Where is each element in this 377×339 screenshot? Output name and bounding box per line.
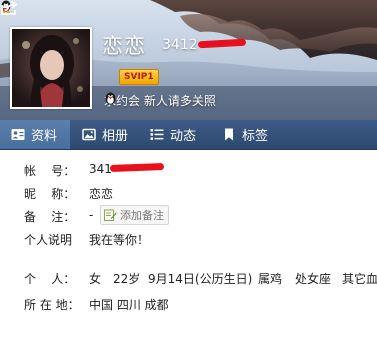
share-icon[interactable] — [0, 0, 18, 16]
edit-note-icon — [104, 209, 117, 221]
nickname-label: 昵 称： — [24, 187, 76, 201]
signature-text: 求约会 新人请多关照 — [104, 93, 216, 108]
add-note-button[interactable]: 添加备注 — [100, 205, 169, 225]
account-label: 帐 号： — [24, 164, 76, 178]
tab-feed[interactable]: 动态 — [150, 120, 196, 149]
cover-image: 恋恋 3412 SVIP1 求约会 新人请多关照 — [0, 0, 377, 120]
tab-profile[interactable]: 资料 — [0, 120, 70, 149]
add-note-label: 添加备注 — [120, 209, 164, 222]
feed-list-icon — [150, 129, 164, 140]
personal-label: 个 人： — [24, 272, 76, 286]
tab-tags[interactable]: 标签 — [222, 120, 268, 149]
bio-label: 个人说明 — [24, 233, 73, 247]
account-value: 341 — [89, 162, 112, 176]
bookmark-tag-icon — [225, 128, 233, 141]
nickname-value: 恋恋 — [89, 187, 114, 201]
blood-type-value: 其它血 — [342, 272, 377, 286]
tab-profile-label: 资料 — [31, 129, 58, 144]
qq-number: 3412 — [162, 37, 198, 53]
signature-penguin-icon — [105, 92, 116, 105]
note-value: - — [89, 208, 94, 222]
tab-feed-label: 动态 — [170, 129, 197, 144]
constellation-value: 处女座 — [295, 272, 332, 286]
svip-badge[interactable]: SVIP1 — [119, 69, 159, 85]
gender-value: 女 — [89, 272, 102, 286]
tab-photos-label: 相册 — [102, 129, 129, 144]
tab-photos[interactable]: 相册 — [82, 120, 128, 149]
birthday-value: 9月14日(公历生日) — [148, 272, 253, 286]
location-value: 中国 四川 成都 — [89, 298, 169, 312]
tab-tags-label: 标签 — [242, 129, 269, 144]
avatar-portrait — [12, 29, 90, 107]
nickname: 恋恋 — [102, 34, 146, 58]
profile-tabs: 资料 相册 动态 标签 — [0, 120, 377, 150]
location-label: 所 在 地： — [24, 298, 80, 312]
signature[interactable]: 求约会 新人请多关照 — [104, 92, 216, 108]
avatar-image — [12, 29, 90, 107]
photo-album-icon — [82, 128, 96, 141]
bio-value: 我在等你！ — [89, 233, 150, 247]
profile-card-icon — [11, 129, 25, 140]
profile-card: 恋恋 3412 SVIP1 求约会 新人请多关照 资料 相册 动态 标签 帐 号… — [0, 0, 377, 339]
zodiac-value: 属鸡 — [258, 272, 283, 286]
note-label: 备 注： — [24, 210, 76, 224]
age-value: 22岁 — [113, 272, 141, 286]
avatar[interactable] — [10, 27, 92, 109]
